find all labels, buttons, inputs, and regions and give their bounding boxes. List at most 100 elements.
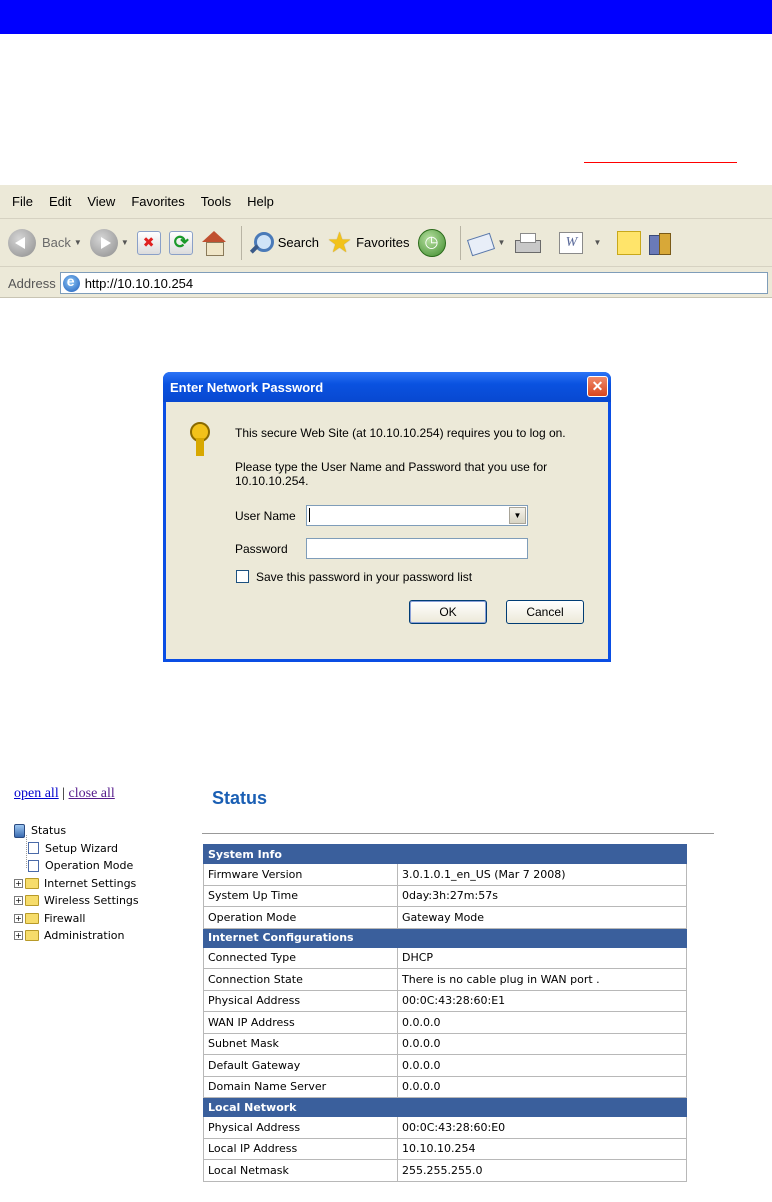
back-label: Back (42, 235, 71, 250)
dialog-message: This secure Web Site (at 10.10.10.254) r… (235, 426, 566, 440)
cancel-button[interactable]: Cancel (506, 600, 584, 624)
tree-item-label: Setup Wizard (45, 841, 119, 855)
dialog-titlebar[interactable]: Enter Network Password ✕ (163, 372, 611, 402)
menu-edit[interactable]: Edit (49, 194, 71, 209)
computer-icon (14, 823, 25, 838)
close-icon[interactable]: ✕ (587, 376, 608, 397)
refresh-button[interactable] (168, 230, 193, 255)
row-value: There is no cable plug in WAN port . (397, 968, 687, 991)
print-button[interactable] (513, 231, 542, 255)
section-heading: Internet Configurations (203, 927, 687, 948)
table-row: System Up Time 0day:3h:27m:57s (203, 884, 687, 907)
menu-view[interactable]: View (87, 194, 115, 209)
research-button[interactable] (649, 231, 673, 255)
row-key: Subnet Mask (203, 1032, 398, 1055)
dialog-title: Enter Network Password (170, 379, 324, 395)
tree-item-label: Wireless Settings (44, 894, 139, 908)
menu-file[interactable]: File (12, 194, 33, 209)
page-header-bar (0, 0, 772, 34)
menu-help[interactable]: Help (247, 194, 274, 209)
discuss-button[interactable] (617, 230, 642, 255)
ok-button[interactable]: OK (409, 600, 487, 624)
mail-button[interactable]: ▼ (467, 232, 506, 254)
address-url[interactable]: http://10.10.10.254 (85, 276, 193, 291)
row-value: 0day:3h:27m:57s (397, 884, 687, 907)
row-value: DHCP (397, 946, 687, 969)
search-label: Search (277, 235, 319, 250)
menu-bar: File Edit View Favorites Tools Help (0, 185, 772, 219)
section-heading: Local Network (203, 1097, 687, 1117)
row-key: WAN IP Address (203, 1011, 398, 1034)
back-arrow-icon (8, 228, 36, 257)
dialog-prompt: Please type the User Name and Password t… (235, 460, 548, 488)
back-button[interactable]: Back ▼ (8, 228, 82, 257)
table-row: Operation Mode Gateway Mode (203, 906, 687, 929)
expand-icon[interactable]: + (14, 896, 23, 906)
password-label: Password (235, 542, 288, 556)
save-password-checkbox[interactable] (236, 570, 249, 583)
printer-icon (513, 231, 542, 255)
tree-item-setup-wizard[interactable]: Setup Wizard (14, 840, 139, 858)
password-field[interactable] (306, 538, 528, 559)
forward-arrow-icon (89, 228, 118, 257)
research-icon (649, 231, 673, 255)
open-all-link[interactable]: open all (14, 786, 59, 801)
edit-button[interactable]: W ▼ (559, 231, 601, 254)
table-row: Firmware Version 3.0.1.0.1_en_US (Mar 7 2… (203, 863, 687, 886)
toolbar-separator (459, 225, 461, 260)
table-row: Physical Address 00:0C:43:28:60:E1 (203, 989, 687, 1012)
close-all-link[interactable]: close all (69, 786, 115, 801)
row-key: Firmware Version (203, 863, 398, 886)
tree-item-label: Internet Settings (44, 876, 137, 890)
expand-icon[interactable]: + (14, 878, 23, 888)
tree-item-wireless-settings[interactable]: + Wireless Settings (14, 892, 139, 910)
table-row: Connected Type DHCP (203, 946, 687, 969)
tree-item-operation-mode[interactable]: Operation Mode (14, 857, 139, 875)
stop-button[interactable] (136, 230, 161, 255)
back-dropdown-icon[interactable]: ▼ (74, 238, 82, 247)
ie-page-icon (62, 273, 80, 292)
username-combobox[interactable]: ▼ (306, 505, 528, 526)
row-key: Connected Type (203, 946, 398, 969)
row-key: Domain Name Server (203, 1075, 398, 1098)
forward-dropdown-icon[interactable]: ▼ (121, 238, 129, 247)
row-value: 0.0.0.0 (397, 1054, 687, 1077)
history-button[interactable] (417, 228, 446, 257)
nav-tree: Status Setup Wizard Operation Mode + Int… (14, 822, 139, 945)
favorites-label: Favorites (356, 235, 410, 250)
edit-dropdown-icon[interactable]: ▼ (593, 238, 601, 247)
table-row: Physical Address 00:0C:43:28:60:E0 (203, 1116, 687, 1139)
stop-icon (136, 230, 161, 255)
mail-icon (467, 232, 495, 254)
row-key: System Up Time (203, 884, 398, 907)
save-password-label[interactable]: Save this password in your password list (256, 570, 472, 584)
folder-icon (25, 912, 39, 924)
table-row: Local Netmask 255.255.255.0 (203, 1159, 687, 1182)
favorites-button[interactable]: ★ Favorites (327, 228, 410, 256)
menu-favorites[interactable]: Favorites (131, 194, 184, 209)
title-divider (202, 833, 714, 834)
row-value: 255.255.255.0 (397, 1159, 687, 1182)
expand-icon[interactable]: + (14, 931, 23, 941)
row-value: 00:0C:43:28:60:E1 (397, 989, 687, 1012)
tree-item-administration[interactable]: + Administration (14, 927, 139, 945)
row-value: 0.0.0.0 (397, 1011, 687, 1034)
search-icon (248, 230, 274, 256)
search-button[interactable]: Search (248, 230, 319, 256)
password-dialog: Enter Network Password ✕ This secure Web… (163, 372, 611, 662)
row-key: Connection State (203, 968, 398, 991)
home-button[interactable] (201, 230, 227, 256)
row-key: Default Gateway (203, 1054, 398, 1077)
chevron-down-icon[interactable]: ▼ (509, 507, 526, 524)
expand-icon[interactable]: + (14, 913, 23, 923)
mail-dropdown-icon[interactable]: ▼ (498, 238, 506, 247)
tree-item-firewall[interactable]: + Firewall (14, 910, 139, 928)
forward-button[interactable]: ▼ (89, 228, 129, 257)
row-key: Physical Address (203, 1116, 398, 1139)
home-icon (201, 230, 227, 256)
menu-tools[interactable]: Tools (201, 194, 231, 209)
tree-item-internet-settings[interactable]: + Internet Settings (14, 875, 139, 893)
page-icon (28, 842, 39, 855)
address-field[interactable]: http://10.10.10.254 (59, 272, 768, 294)
tree-item-status[interactable]: Status (14, 822, 139, 840)
